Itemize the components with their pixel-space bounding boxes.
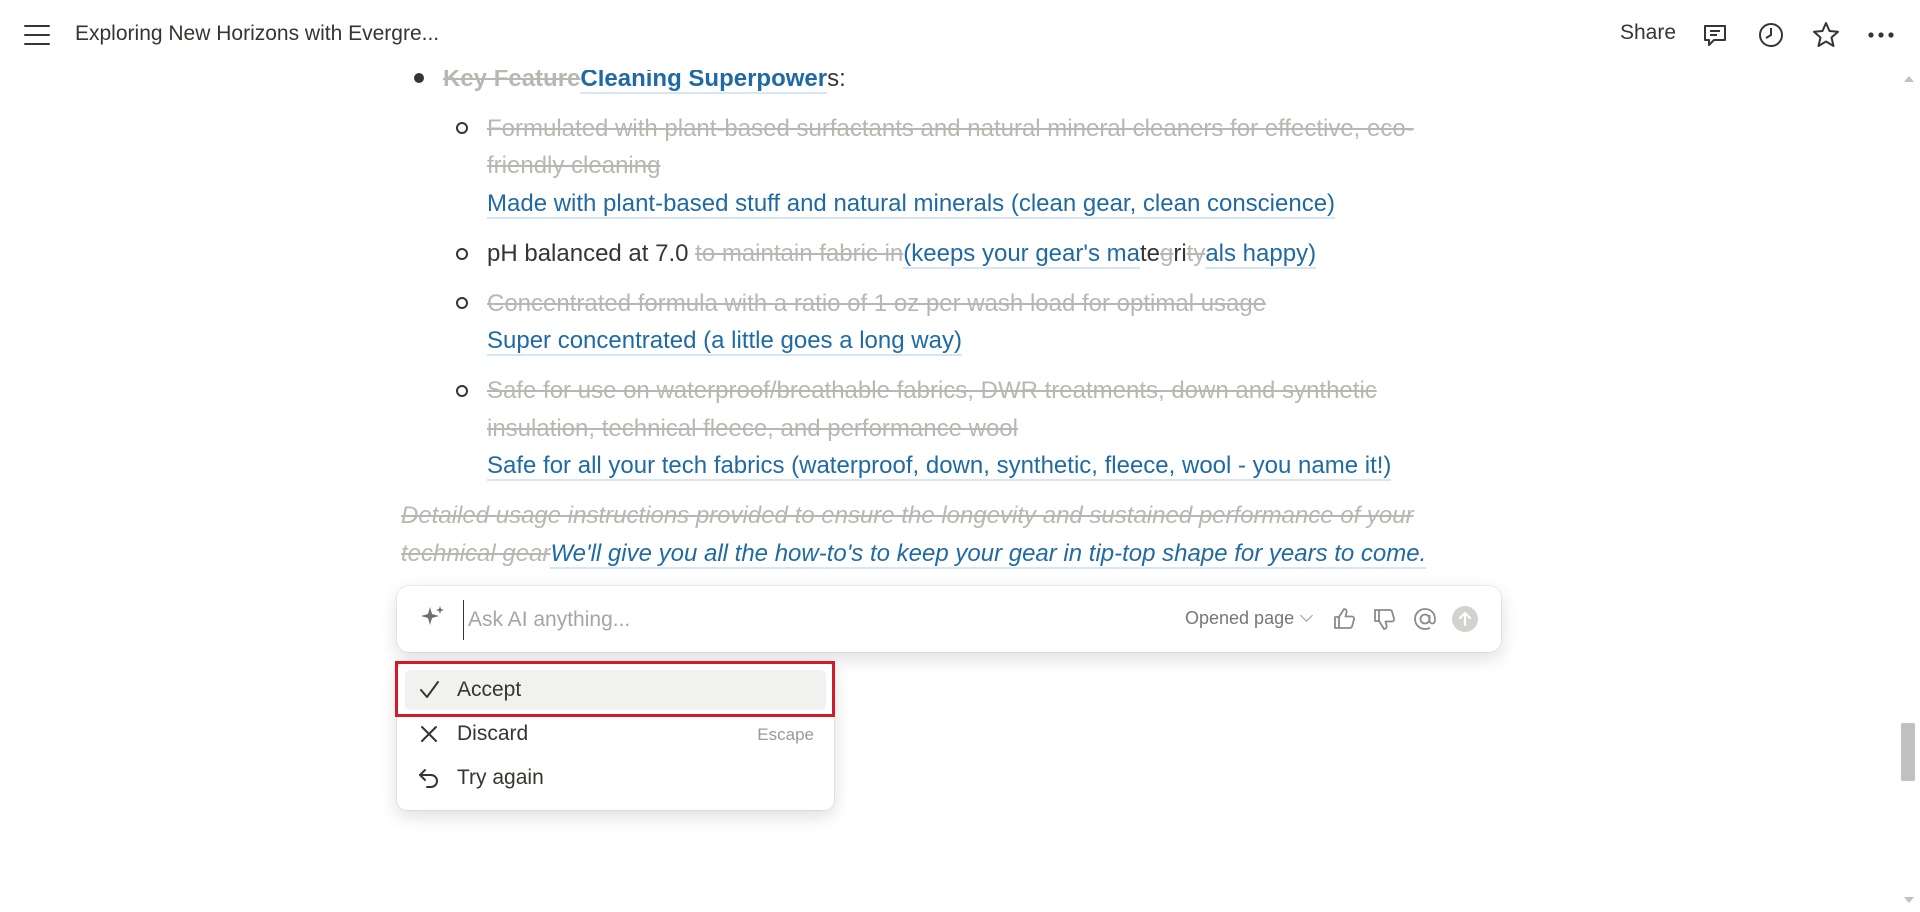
accept-label: Accept	[457, 678, 522, 701]
scroll-down-arrow-icon[interactable]	[1904, 897, 1914, 903]
bullet	[414, 73, 424, 83]
deleted-text[interactable]: Detailed usage instructions provided to …	[401, 500, 1414, 532]
deleted-text[interactable]: insulation, technical fleece, and perfor…	[487, 413, 1018, 445]
list-item[interactable]: Safe for all your tech fabrics (waterpro…	[487, 450, 1392, 482]
page-title[interactable]: Exploring New Horizons with Evergre...	[75, 22, 439, 46]
closing-paragraph[interactable]: technical gearWe'll give you all the how…	[401, 538, 1427, 570]
discard-button[interactable]: Discard Escape	[405, 714, 826, 754]
scrollbar-thumb[interactable]	[1901, 723, 1915, 781]
thumbs-up-icon[interactable]	[1331, 605, 1359, 633]
chevron-down-icon	[1300, 609, 1313, 622]
accept-button[interactable]: Accept	[405, 670, 826, 710]
list-item[interactable]: Made with plant-based stuff and natural …	[487, 188, 1336, 220]
inserted-text: We'll give you all the how-to's to keep …	[550, 540, 1427, 569]
ai-prompt-input[interactable]	[463, 600, 1030, 640]
close-icon	[417, 722, 441, 746]
deleted-text[interactable]: Formulated with plant-based surfactants …	[487, 113, 1414, 145]
thumbs-down-icon[interactable]	[1371, 605, 1399, 633]
inserted-text: Super concentrated (a little goes a long…	[487, 327, 962, 356]
menu-icon[interactable]	[24, 22, 50, 48]
top-bar: Exploring New Horizons with Evergre... S…	[0, 0, 1920, 70]
deleted-text: ty	[1186, 240, 1206, 267]
deleted-text[interactable]: Safe for use on waterproof/breathable fa…	[487, 375, 1377, 407]
ai-action-menu: Accept Discard Escape Try again	[397, 662, 834, 810]
check-icon	[417, 678, 441, 702]
try-again-label: Try again	[457, 766, 544, 789]
deleted-text[interactable]: Concentrated formula with a ratio of 1 o…	[487, 288, 1266, 320]
inserted-text: (keeps your gear's ma	[903, 240, 1140, 269]
sparkle-icon	[419, 604, 447, 632]
deleted-text: technical gear	[401, 540, 551, 567]
ai-prompt-bar: Opened page	[397, 586, 1501, 652]
inserted-text: Safe for all your tech fabrics (waterpro…	[487, 452, 1392, 481]
sub-bullet	[456, 385, 468, 397]
discard-shortcut: Escape	[757, 725, 814, 744]
star-icon[interactable]	[1811, 20, 1841, 50]
send-icon[interactable]	[1451, 605, 1479, 633]
plain-text: te	[1139, 240, 1160, 267]
sub-bullet	[456, 297, 468, 309]
list-item[interactable]: Super concentrated (a little goes a long…	[487, 325, 962, 357]
sub-bullet	[456, 122, 468, 134]
more-icon[interactable]	[1866, 20, 1896, 50]
clock-icon[interactable]	[1756, 20, 1786, 50]
scroll-up-arrow-icon[interactable]	[1904, 76, 1914, 82]
inserted-text: als happy)	[1205, 240, 1317, 269]
deleted-text: g	[1159, 240, 1174, 267]
undo-icon	[417, 766, 441, 790]
try-again-button[interactable]: Try again	[405, 758, 826, 798]
list-item[interactable]: pH balanced at 7.0 to maintain fabric in…	[487, 238, 1317, 270]
document-body: Key FeatureCleaning Superpowers: Formula…	[0, 0, 1920, 912]
share-button[interactable]: Share	[1620, 21, 1676, 45]
at-icon[interactable]	[1411, 605, 1439, 633]
plain-text: ri	[1173, 240, 1187, 267]
inserted-text: Made with plant-based stuff and natural …	[487, 190, 1336, 219]
scope-label: Opened page	[1185, 608, 1295, 628]
plain-text: pH balanced at 7.0	[487, 240, 696, 267]
deleted-text[interactable]: friendly cleaning	[487, 150, 660, 182]
deleted-text: to maintain fabric in	[695, 240, 904, 267]
scope-dropdown[interactable]: Opened page	[1185, 608, 1313, 629]
comment-icon[interactable]	[1700, 20, 1730, 50]
discard-label: Discard	[457, 722, 529, 745]
sub-bullet	[456, 248, 468, 260]
